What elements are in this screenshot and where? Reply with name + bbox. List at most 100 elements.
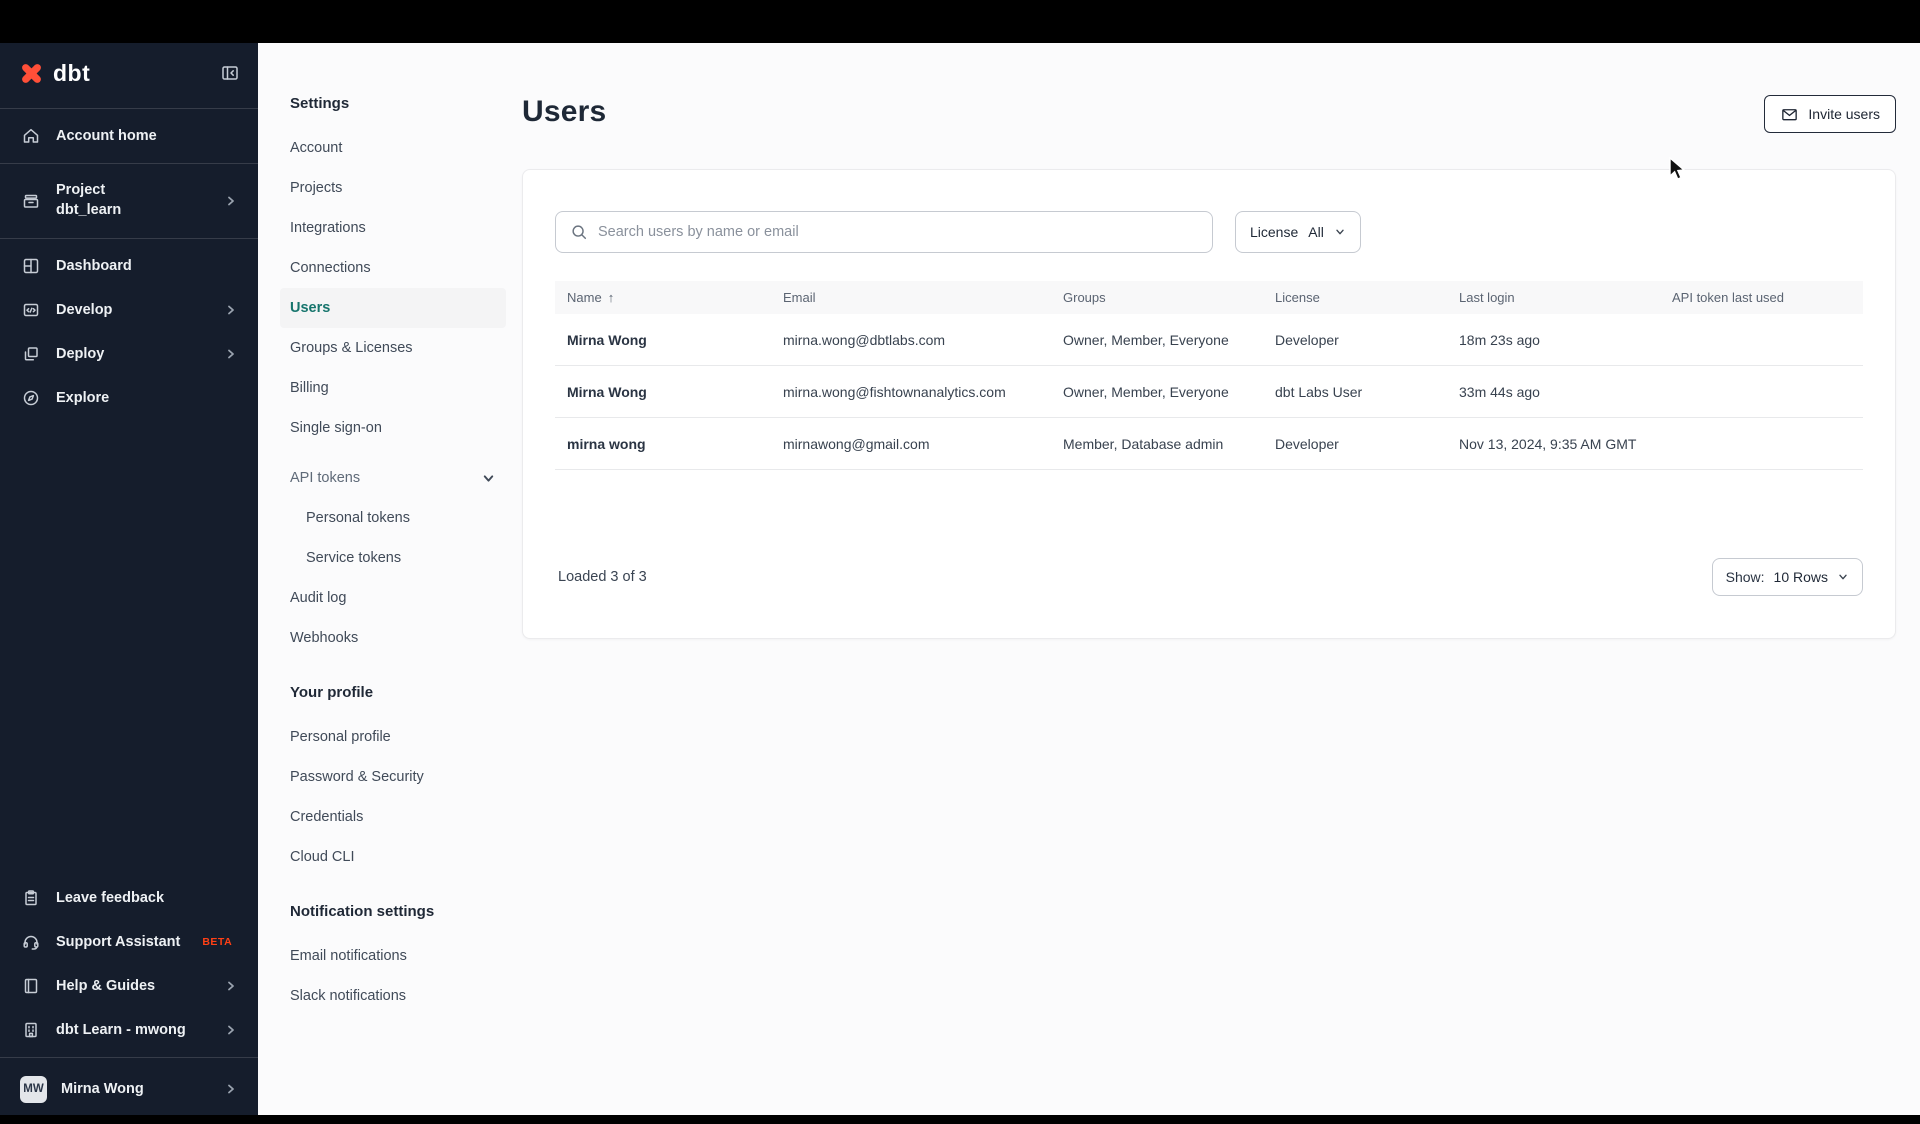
deploy-icon bbox=[20, 343, 42, 365]
chevron-right-icon bbox=[224, 1082, 238, 1096]
column-header-groups[interactable]: Groups bbox=[1051, 290, 1263, 305]
users-table: Name ↑ Email Groups License Last login AP… bbox=[555, 281, 1863, 470]
sidebar-item-account-home[interactable]: Account home bbox=[0, 114, 258, 158]
divider bbox=[0, 238, 258, 239]
nav-label: Billing bbox=[290, 380, 329, 396]
column-header-email[interactable]: Email bbox=[771, 290, 1051, 305]
users-card: License All Name↑ Email Groups License L… bbox=[522, 169, 1896, 639]
chevron-right-icon bbox=[224, 303, 238, 317]
license-filter-label: License bbox=[1250, 224, 1299, 240]
settings-nav-item-personal-profile[interactable]: Personal profile bbox=[280, 717, 506, 757]
sidebar-item-leave-feedback[interactable]: Leave feedback bbox=[0, 876, 258, 920]
settings-nav-item-single-sign-on[interactable]: Single sign-on bbox=[280, 408, 506, 448]
sidebar-item-dashboard[interactable]: Dashboard bbox=[0, 244, 258, 288]
search-box bbox=[555, 211, 1213, 253]
settings-nav-item-groups-licenses[interactable]: Groups & Licenses bbox=[280, 328, 506, 368]
bottom-black-bar bbox=[0, 1115, 1920, 1124]
chevron-right-icon bbox=[224, 1023, 238, 1037]
sidebar-item-help-guides[interactable]: Help & Guides bbox=[0, 964, 258, 1008]
sidebar: dbt Account home Project dbt_learn Dashb… bbox=[0, 43, 258, 1115]
invite-users-button[interactable]: Invite users bbox=[1764, 95, 1896, 133]
sidebar-item-label: Account home bbox=[56, 128, 157, 144]
rows-per-page-dropdown[interactable]: Show: 10 Rows bbox=[1711, 558, 1863, 596]
settings-nav-item-personal-tokens[interactable]: Personal tokens bbox=[280, 498, 506, 538]
column-header-api-token[interactable]: API token last used bbox=[1660, 290, 1863, 305]
sidebar-item-label: Support Assistant bbox=[56, 934, 181, 950]
settings-nav-item-billing[interactable]: Billing bbox=[280, 368, 506, 408]
settings-nav-item-api-tokens[interactable]: API tokens bbox=[280, 458, 506, 498]
license-filter-dropdown[interactable]: License All bbox=[1235, 211, 1361, 253]
user-last-login-cell: Nov 13, 2024, 9:35 AM GMT bbox=[1459, 435, 1637, 452]
search-input[interactable] bbox=[598, 224, 1198, 240]
building-icon bbox=[20, 1019, 42, 1041]
divider bbox=[0, 163, 258, 164]
notification-section-title: Notification settings bbox=[290, 903, 435, 920]
nav-label: Cloud CLI bbox=[290, 849, 355, 865]
settings-nav-item-webhooks[interactable]: Webhooks bbox=[280, 618, 506, 658]
profile-section-title: Your profile bbox=[290, 684, 374, 701]
collapse-sidebar-icon[interactable] bbox=[220, 63, 240, 83]
settings-nav-item-audit-log[interactable]: Audit log bbox=[280, 578, 506, 618]
user-last-login-cell: 18m 23s ago bbox=[1459, 331, 1540, 348]
column-header-name[interactable]: Name ↑ bbox=[555, 290, 771, 305]
settings-nav-item-connections[interactable]: Connections bbox=[280, 248, 506, 288]
show-label: Show: bbox=[1725, 569, 1765, 585]
sidebar-item-explore[interactable]: Explore bbox=[0, 376, 258, 420]
nav-label: Account bbox=[290, 140, 343, 156]
user-name-cell: Mirna Wong bbox=[567, 383, 647, 400]
nav-label: Service tokens bbox=[306, 550, 402, 566]
sidebar-item-label: Leave feedback bbox=[56, 890, 165, 906]
settings-nav-item-users[interactable]: Users bbox=[280, 288, 506, 328]
sidebar-item-support-assistant[interactable]: Support Assistant BETA bbox=[0, 920, 258, 964]
settings-nav-item-cloud-cli[interactable]: Cloud CLI bbox=[280, 837, 506, 877]
sidebar-item-label: Help & Guides bbox=[56, 978, 156, 994]
table-row[interactable]: Mirna Wong mirna.wong@fishtownanalytics.… bbox=[555, 366, 1863, 418]
user-groups-cell: Member, Database admin bbox=[1063, 435, 1224, 452]
book-icon bbox=[20, 975, 42, 997]
nav-label: Password & Security bbox=[290, 769, 424, 785]
sidebar-item-dbt-learn[interactable]: dbt Learn - mwong bbox=[0, 1008, 258, 1052]
divider bbox=[0, 1057, 258, 1058]
sidebar-item-label: Dashboard bbox=[56, 258, 132, 274]
settings-nav-item-password-security[interactable]: Password & Security bbox=[280, 757, 506, 797]
beta-badge: BETA bbox=[202, 936, 233, 948]
nav-label: Users bbox=[290, 300, 331, 316]
settings-nav-item-integrations[interactable]: Integrations bbox=[280, 208, 506, 248]
loaded-status-text: Loaded 3 of 3 bbox=[558, 569, 647, 585]
sidebar-user-menu[interactable]: MW Mirna Wong bbox=[0, 1063, 258, 1115]
settings-nav-item-email-notifications[interactable]: Email notifications bbox=[280, 936, 506, 976]
user-license-cell: Developer bbox=[1275, 331, 1339, 348]
dbt-logo-icon bbox=[18, 60, 45, 87]
settings-nav-item-account[interactable]: Account bbox=[280, 128, 506, 168]
column-header-license[interactable]: License bbox=[1263, 290, 1447, 305]
sidebar-item-label: Develop bbox=[56, 302, 113, 318]
nav-label: Webhooks bbox=[290, 630, 359, 646]
show-value: 10 Rows bbox=[1773, 569, 1828, 585]
nav-label: Credentials bbox=[290, 809, 364, 825]
settings-nav: Settings Account Projects Integrations C… bbox=[258, 43, 520, 1115]
settings-nav-item-service-tokens[interactable]: Service tokens bbox=[280, 538, 506, 578]
table-row[interactable]: mirna wong mirnawong@gmail.com Member, D… bbox=[555, 418, 1863, 470]
column-header-last-login[interactable]: Last login bbox=[1447, 290, 1660, 305]
settings-nav-item-slack-notifications[interactable]: Slack notifications bbox=[280, 976, 506, 1016]
sort-ascending-icon: ↑ bbox=[607, 290, 615, 305]
search-icon bbox=[570, 223, 588, 241]
user-email-cell: mirna.wong@fishtownanalytics.com bbox=[783, 383, 1006, 400]
sidebar-item-develop[interactable]: Develop bbox=[0, 288, 258, 332]
user-email-cell: mirnawong@gmail.com bbox=[783, 435, 930, 452]
table-row[interactable]: Mirna Wong mirna.wong@dbtlabs.com Owner,… bbox=[555, 314, 1863, 366]
top-black-bar bbox=[0, 0, 1920, 43]
nav-label: Integrations bbox=[290, 220, 366, 236]
chevron-right-icon bbox=[224, 347, 238, 361]
nav-label: Groups & Licenses bbox=[290, 340, 413, 356]
sidebar-item-project[interactable]: Project dbt_learn bbox=[0, 169, 258, 233]
project-name: dbt_learn bbox=[56, 202, 122, 218]
settings-nav-item-credentials[interactable]: Credentials bbox=[280, 797, 506, 837]
settings-nav-item-projects[interactable]: Projects bbox=[280, 168, 506, 208]
user-name-cell: Mirna Wong bbox=[567, 331, 647, 348]
chevron-right-icon bbox=[224, 194, 238, 208]
develop-code-icon bbox=[20, 299, 42, 321]
headset-icon bbox=[20, 931, 42, 953]
sidebar-item-deploy[interactable]: Deploy bbox=[0, 332, 258, 376]
project-archive-icon bbox=[20, 190, 42, 212]
